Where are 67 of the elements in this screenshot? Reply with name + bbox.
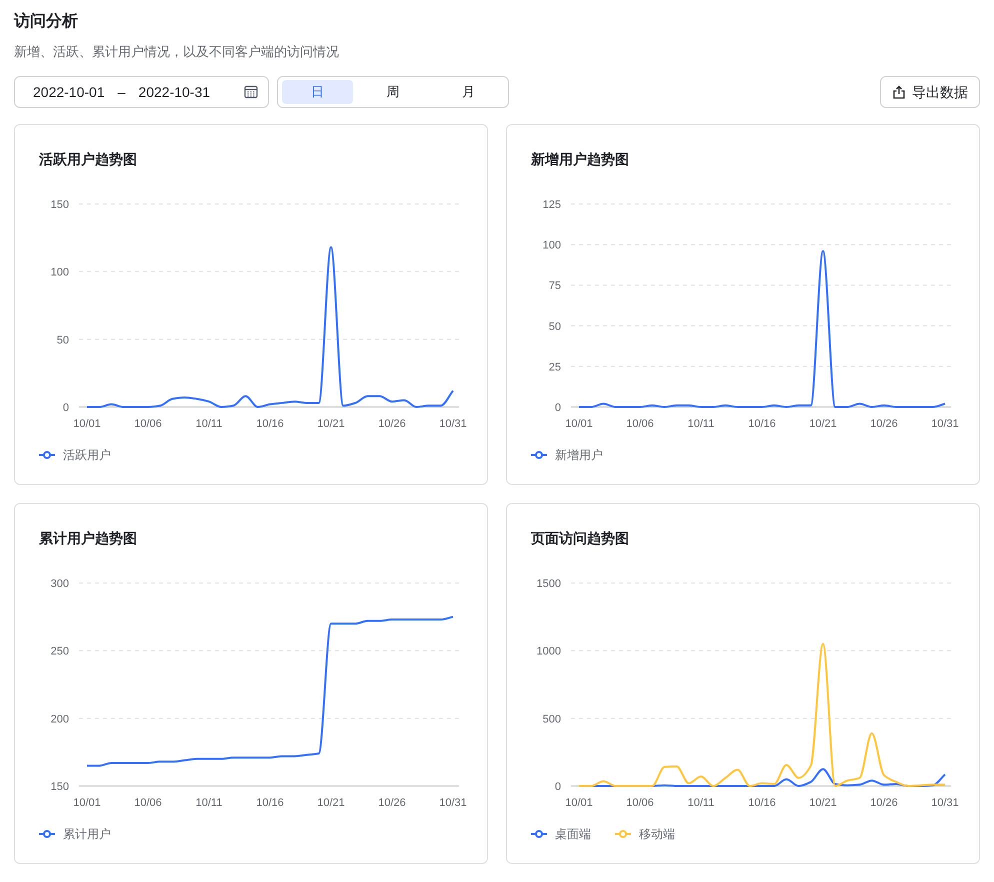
axis-label: 10/06 [134,418,162,430]
end-date: 2022-10-31 [138,82,210,102]
period-tab[interactable]: 日 [282,80,354,104]
axis-label: 10/21 [317,418,345,430]
axis-label: 10/01 [565,797,593,809]
axis-label: 100 [50,266,69,279]
chart-title: 页面访问趋势图 [531,529,630,548]
page-title: 访问分析 [14,11,79,32]
legend-label: 桌面端 [555,826,591,843]
start-date: 2022-10-01 [33,82,105,102]
legend-label: 活跃用户 [63,447,111,464]
axis-label: 0 [554,402,561,414]
axis-label: 10/11 [196,797,222,809]
axis-label: 10/01 [73,797,101,809]
axis-label: 0 [62,402,69,414]
axis-label: 10/31 [931,797,959,809]
axis-label: 75 [548,280,561,292]
axis-label: 10/11 [688,418,714,430]
axis-label: 50 [548,320,561,333]
axis-label: 10/06 [626,418,654,430]
axis-label: 50 [56,334,69,346]
axis-label: 10/06 [134,797,162,809]
axis-label: 10/06 [626,797,654,809]
chart-title: 累计用户趋势图 [39,529,138,548]
axis-label: 10/11 [196,418,222,430]
axis-label: 10/31 [439,797,467,809]
legend-label: 移动端 [639,826,675,843]
axis-label: 10/21 [809,418,837,430]
page-subtitle: 新增、活跃、累计用户情况，以及不同客户端的访问情况 [14,43,340,61]
axis-label: 10/21 [317,797,345,809]
chart-title: 活跃用户趋势图 [39,150,138,169]
period-tab[interactable]: 月 [432,80,504,104]
axis-label: 1500 [536,578,561,590]
axis-label: 10/31 [931,418,959,430]
axis-label: 10/11 [688,797,714,809]
export-button[interactable]: 导出数据 [880,76,980,108]
axis-label: 10/01 [565,418,593,430]
export-icon [892,85,906,99]
axis-label: 10/16 [748,797,776,809]
axis-label: 150 [50,199,69,211]
range-separator: – [118,82,126,102]
axis-label: 1000 [536,646,561,658]
legend-label: 新增用户 [555,447,603,464]
axis-label: 125 [542,199,561,211]
legend-label: 累计用户 [63,826,111,843]
chart-title: 新增用户趋势图 [531,150,630,169]
axis-label: 10/01 [73,418,101,430]
axis-label: 200 [50,713,69,726]
axis-label: 10/26 [870,418,898,430]
axis-label: 300 [50,578,69,590]
axis-label: 10/16 [748,418,776,430]
axis-label: 10/26 [870,797,898,809]
axis-label: 0 [554,781,561,793]
period-tab[interactable]: 周 [357,80,429,104]
calendar-icon [244,85,258,99]
axis-label: 500 [542,713,561,726]
axis-label: 10/26 [378,797,406,809]
axis-label: 100 [542,240,561,252]
axis-label: 10/26 [378,418,406,430]
axis-label: 150 [50,781,69,793]
axis-label: 25 [548,361,561,374]
axis-label: 250 [50,646,69,658]
axis-label: 10/16 [256,418,284,430]
date-range-picker[interactable]: 2022-10-01 – 2022-10-31 [14,76,269,108]
axis-label: 10/31 [439,418,467,430]
axis-label: 10/16 [256,797,284,809]
axis-label: 10/21 [809,797,837,809]
